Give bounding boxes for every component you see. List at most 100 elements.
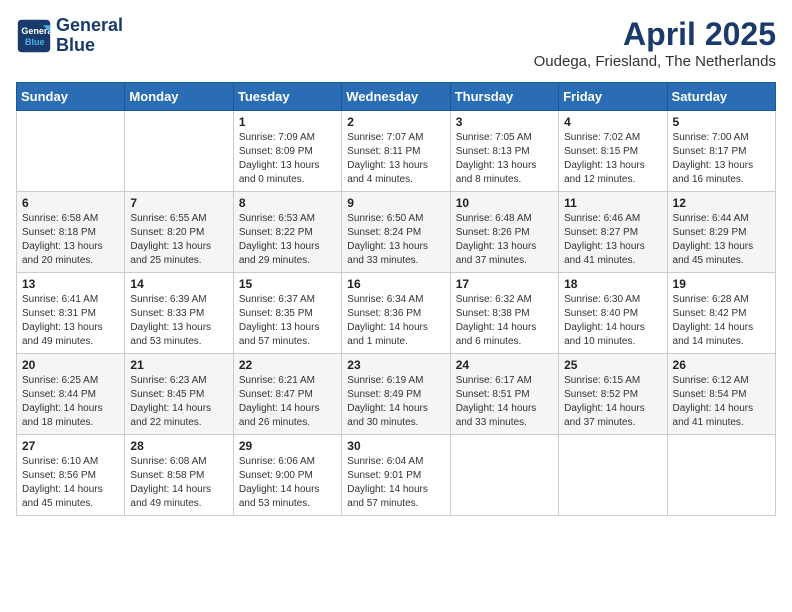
day-number: 30 [347,439,444,453]
weekday-header-monday: Monday [125,83,233,111]
cell-content: Sunrise: 7:05 AM Sunset: 8:13 PM Dayligh… [456,131,553,187]
day-number: 29 [239,439,336,453]
cell-content: Sunrise: 6:17 AM Sunset: 8:51 PM Dayligh… [456,374,553,430]
day-number: 17 [456,277,553,291]
calendar-cell: 22 Sunrise: 6:21 AM Sunset: 8:47 PM Dayli… [233,354,341,435]
day-number: 14 [130,277,227,291]
calendar-cell: 18 Sunrise: 6:30 AM Sunset: 8:40 PM Dayli… [559,273,667,354]
calendar-cell: 29 Sunrise: 6:06 AM Sunset: 9:00 PM Dayli… [233,435,341,516]
cell-content: Sunrise: 6:39 AM Sunset: 8:33 PM Dayligh… [130,293,227,349]
calendar-cell: 8 Sunrise: 6:53 AM Sunset: 8:22 PM Daylig… [233,192,341,273]
cell-content: Sunrise: 6:12 AM Sunset: 8:54 PM Dayligh… [673,374,770,430]
cell-content: Sunrise: 6:04 AM Sunset: 9:01 PM Dayligh… [347,455,444,511]
day-number: 21 [130,358,227,372]
cell-content: Sunrise: 6:23 AM Sunset: 8:45 PM Dayligh… [130,374,227,430]
calendar-cell: 17 Sunrise: 6:32 AM Sunset: 8:38 PM Dayli… [450,273,558,354]
cell-content: Sunrise: 6:34 AM Sunset: 8:36 PM Dayligh… [347,293,444,349]
cell-content: Sunrise: 6:44 AM Sunset: 8:29 PM Dayligh… [673,212,770,268]
cell-content: Sunrise: 6:46 AM Sunset: 8:27 PM Dayligh… [564,212,661,268]
month-year-title: April 2025 [534,16,776,53]
day-number: 7 [130,196,227,210]
day-number: 11 [564,196,661,210]
calendar-table: SundayMondayTuesdayWednesdayThursdayFrid… [16,82,776,516]
cell-content: Sunrise: 7:02 AM Sunset: 8:15 PM Dayligh… [564,131,661,187]
day-number: 1 [239,115,336,129]
cell-content: Sunrise: 6:30 AM Sunset: 8:40 PM Dayligh… [564,293,661,349]
calendar-cell: 20 Sunrise: 6:25 AM Sunset: 8:44 PM Dayli… [17,354,125,435]
cell-content: Sunrise: 6:21 AM Sunset: 8:47 PM Dayligh… [239,374,336,430]
day-number: 28 [130,439,227,453]
calendar-cell: 25 Sunrise: 6:15 AM Sunset: 8:52 PM Dayli… [559,354,667,435]
cell-content: Sunrise: 6:08 AM Sunset: 8:58 PM Dayligh… [130,455,227,511]
logo-text: General Blue [56,16,123,56]
cell-content: Sunrise: 6:55 AM Sunset: 8:20 PM Dayligh… [130,212,227,268]
calendar-cell: 11 Sunrise: 6:46 AM Sunset: 8:27 PM Dayli… [559,192,667,273]
svg-text:Blue: Blue [25,37,45,47]
calendar-cell: 2Sunrise: 7:07 AM Sunset: 8:11 PM Daylig… [342,111,450,192]
title-block: April 2025 Oudega, Friesland, The Nether… [534,16,776,70]
logo: General Blue General Blue [16,16,123,56]
day-number: 3 [456,115,553,129]
calendar-header-row: SundayMondayTuesdayWednesdayThursdayFrid… [17,83,776,111]
calendar-cell: 30 Sunrise: 6:04 AM Sunset: 9:01 PM Dayli… [342,435,450,516]
calendar-cell [667,435,775,516]
page-header: General Blue General Blue April 2025 Oud… [16,16,776,70]
day-number: 19 [673,277,770,291]
cell-content: Sunrise: 6:06 AM Sunset: 9:00 PM Dayligh… [239,455,336,511]
cell-content: Sunrise: 6:37 AM Sunset: 8:35 PM Dayligh… [239,293,336,349]
cell-content: Sunrise: 6:15 AM Sunset: 8:52 PM Dayligh… [564,374,661,430]
calendar-cell [450,435,558,516]
calendar-cell: 13 Sunrise: 6:41 AM Sunset: 8:31 PM Dayli… [17,273,125,354]
calendar-week-row: 27 Sunrise: 6:10 AM Sunset: 8:56 PM Dayli… [17,435,776,516]
calendar-cell: 14 Sunrise: 6:39 AM Sunset: 8:33 PM Dayli… [125,273,233,354]
cell-content: Sunrise: 6:10 AM Sunset: 8:56 PM Dayligh… [22,455,119,511]
logo-icon: General Blue [16,18,52,54]
calendar-cell: 4Sunrise: 7:02 AM Sunset: 8:15 PM Daylig… [559,111,667,192]
weekday-header-thursday: Thursday [450,83,558,111]
day-number: 26 [673,358,770,372]
day-number: 2 [347,115,444,129]
calendar-week-row: 20 Sunrise: 6:25 AM Sunset: 8:44 PM Dayli… [17,354,776,435]
calendar-cell: 3 Sunrise: 7:05 AM Sunset: 8:13 PM Daylig… [450,111,558,192]
calendar-cell [559,435,667,516]
calendar-cell: 19Sunrise: 6:28 AM Sunset: 8:42 PM Dayli… [667,273,775,354]
calendar-cell: 6Sunrise: 6:58 AM Sunset: 8:18 PM Daylig… [17,192,125,273]
day-number: 22 [239,358,336,372]
day-number: 9 [347,196,444,210]
calendar-week-row: 6Sunrise: 6:58 AM Sunset: 8:18 PM Daylig… [17,192,776,273]
day-number: 27 [22,439,119,453]
calendar-cell: 28 Sunrise: 6:08 AM Sunset: 8:58 PM Dayli… [125,435,233,516]
cell-content: Sunrise: 6:53 AM Sunset: 8:22 PM Dayligh… [239,212,336,268]
cell-content: Sunrise: 6:48 AM Sunset: 8:26 PM Dayligh… [456,212,553,268]
cell-content: Sunrise: 7:09 AM Sunset: 8:09 PM Dayligh… [239,131,336,187]
calendar-cell: 21 Sunrise: 6:23 AM Sunset: 8:45 PM Dayli… [125,354,233,435]
calendar-cell: 12 Sunrise: 6:44 AM Sunset: 8:29 PM Dayli… [667,192,775,273]
calendar-cell [125,111,233,192]
day-number: 8 [239,196,336,210]
location-subtitle: Oudega, Friesland, The Netherlands [534,53,776,70]
calendar-cell: 16Sunrise: 6:34 AM Sunset: 8:36 PM Dayli… [342,273,450,354]
weekday-header-friday: Friday [559,83,667,111]
cell-content: Sunrise: 7:00 AM Sunset: 8:17 PM Dayligh… [673,131,770,187]
calendar-cell: 27 Sunrise: 6:10 AM Sunset: 8:56 PM Dayli… [17,435,125,516]
cell-content: Sunrise: 6:41 AM Sunset: 8:31 PM Dayligh… [22,293,119,349]
cell-content: Sunrise: 6:19 AM Sunset: 8:49 PM Dayligh… [347,374,444,430]
weekday-header-tuesday: Tuesday [233,83,341,111]
day-number: 12 [673,196,770,210]
day-number: 13 [22,277,119,291]
day-number: 20 [22,358,119,372]
calendar-cell [17,111,125,192]
weekday-header-saturday: Saturday [667,83,775,111]
cell-content: Sunrise: 6:32 AM Sunset: 8:38 PM Dayligh… [456,293,553,349]
calendar-week-row: 13 Sunrise: 6:41 AM Sunset: 8:31 PM Dayli… [17,273,776,354]
calendar-cell: 7 Sunrise: 6:55 AM Sunset: 8:20 PM Daylig… [125,192,233,273]
cell-content: Sunrise: 6:25 AM Sunset: 8:44 PM Dayligh… [22,374,119,430]
calendar-cell: 24Sunrise: 6:17 AM Sunset: 8:51 PM Dayli… [450,354,558,435]
weekday-header-sunday: Sunday [17,83,125,111]
day-number: 18 [564,277,661,291]
calendar-cell: 5Sunrise: 7:00 AM Sunset: 8:17 PM Daylig… [667,111,775,192]
day-number: 23 [347,358,444,372]
calendar-cell: 26 Sunrise: 6:12 AM Sunset: 8:54 PM Dayli… [667,354,775,435]
day-number: 10 [456,196,553,210]
day-number: 25 [564,358,661,372]
